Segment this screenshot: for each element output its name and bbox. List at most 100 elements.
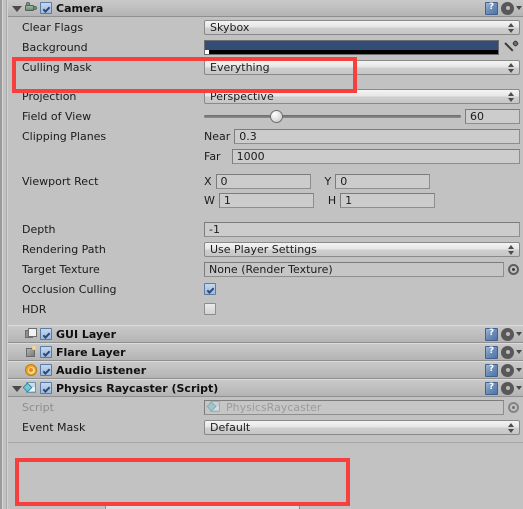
sublabel-w: W (204, 194, 215, 207)
property-label-clipping-planes: Clipping Planes (22, 129, 107, 143)
property-label-target-texture: Target Texture (22, 262, 100, 276)
clipping-near-input[interactable]: 0.3 (234, 128, 520, 144)
rendering-path-dropdown[interactable]: Use Player Settings (204, 241, 520, 257)
property-label-background: Background (22, 40, 88, 54)
property-row-occlusion-culling: Occlusion Culling (8, 279, 523, 299)
component-enable-checkbox-gui-layer[interactable] (40, 328, 52, 340)
script-icon (22, 381, 38, 395)
background-color-field[interactable] (204, 39, 499, 55)
component-enable-checkbox-audio-listener[interactable] (40, 364, 52, 376)
viewport-w-input[interactable]: 1 (218, 193, 314, 208)
field-of-view-slider[interactable] (204, 109, 461, 124)
gear-icon[interactable] (501, 364, 514, 377)
sublabel-far: Far (204, 149, 221, 163)
component-enable-checkbox-camera[interactable] (40, 2, 52, 14)
culling-mask-value: Everything (210, 60, 270, 74)
viewport-x-value: 0 (220, 175, 228, 188)
depth-value: -1 (209, 222, 220, 236)
property-row-viewport-rect-xy: Viewport Rect X 0 Y 0 (8, 172, 523, 191)
chevron-down-icon[interactable] (516, 368, 522, 372)
target-texture-value: None (Render Texture) (209, 262, 333, 276)
hdr-checkbox[interactable] (204, 303, 216, 315)
property-label-clear-flags: Clear Flags (22, 20, 84, 34)
viewport-y-input[interactable]: 0 (335, 174, 431, 189)
component-header-gui-layer[interactable]: GUI Layer ? (8, 325, 523, 343)
component-title-flare-layer: Flare Layer (56, 345, 126, 359)
viewport-x-input[interactable]: 0 (215, 174, 311, 189)
property-row-clipping-planes-near: Clipping Planes Near 0.3 (8, 126, 523, 146)
add-component-button[interactable] (105, 504, 300, 509)
field-of-view-value: 60 (470, 109, 484, 123)
property-row-target-texture: Target Texture None (Render Texture) (8, 259, 523, 279)
help-book-icon[interactable]: ? (485, 1, 498, 15)
slider-handle[interactable] (269, 109, 283, 123)
property-label-projection: Projection (22, 89, 77, 103)
property-row-depth: Depth -1 (8, 219, 523, 239)
component-enable-checkbox-physics-raycaster[interactable] (40, 382, 52, 394)
viewport-w-value: 1 (223, 194, 231, 207)
inspector-content: Camera ? Clear Flags Skybox Background C… (8, 0, 523, 509)
help-book-icon[interactable]: ? (485, 327, 498, 341)
component-title-physics-raycaster: Physics Raycaster (Script) (56, 381, 219, 395)
depth-input[interactable]: -1 (204, 221, 520, 237)
gui-layer-icon (24, 327, 38, 341)
component-header-audio-listener[interactable]: Audio Listener ? (8, 361, 523, 379)
foldout-arrow-physics-raycaster[interactable] (10, 382, 23, 395)
gear-icon[interactable] (501, 346, 514, 359)
sublabel-y: Y (324, 175, 332, 188)
eyedropper-icon[interactable] (502, 39, 520, 55)
projection-dropdown[interactable]: Perspective (204, 88, 520, 104)
gear-icon[interactable] (501, 2, 514, 15)
event-mask-dropdown[interactable]: Default (204, 419, 520, 435)
property-label-script: Script (22, 400, 54, 414)
component-header-camera[interactable]: Camera ? (8, 0, 523, 17)
viewport-h-input[interactable]: 1 (340, 193, 436, 208)
property-row-clipping-planes-far: Far 1000 (8, 146, 523, 166)
culling-mask-dropdown[interactable]: Everything (204, 59, 520, 75)
occlusion-culling-checkbox[interactable] (204, 283, 216, 295)
updown-arrows-icon (508, 244, 515, 256)
property-label-occlusion-culling: Occlusion Culling (22, 282, 117, 296)
gear-icon[interactable] (501, 382, 514, 395)
camera-icon (24, 1, 38, 15)
field-of-view-input[interactable]: 60 (465, 108, 520, 124)
updown-arrows-icon (508, 422, 515, 434)
property-label-depth: Depth (22, 222, 56, 236)
flare-layer-icon (24, 345, 38, 359)
component-title-camera: Camera (56, 1, 104, 15)
property-label-culling-mask: Culling Mask (22, 60, 92, 74)
property-row-viewport-rect-wh: W 1 H 1 (8, 191, 523, 210)
sublabel-near: Near (204, 129, 231, 143)
chevron-down-icon[interactable] (516, 332, 522, 336)
help-book-icon[interactable]: ? (485, 363, 498, 377)
help-book-icon[interactable]: ? (485, 381, 498, 395)
section-divider (8, 442, 523, 443)
window-rail-highlight (2, 0, 3, 509)
property-row-clear-flags: Clear Flags Skybox (8, 17, 523, 37)
component-header-physics-raycaster[interactable]: Physics Raycaster (Script) ? (8, 379, 523, 397)
clear-flags-dropdown[interactable]: Skybox (204, 19, 520, 35)
gear-icon[interactable] (501, 328, 514, 341)
chevron-down-icon[interactable] (516, 386, 522, 390)
target-texture-object-field[interactable]: None (Render Texture) (204, 261, 504, 277)
script-value: PhysicsRaycaster (226, 400, 322, 414)
foldout-arrow-camera[interactable] (10, 2, 23, 15)
script-icon (206, 400, 222, 414)
property-row-hdr: HDR (8, 299, 523, 319)
viewport-h-value: 1 (345, 194, 353, 207)
object-picker-icon[interactable] (507, 263, 520, 276)
clipping-far-input[interactable]: 1000 (231, 148, 520, 164)
property-label-viewport-rect: Viewport Rect (22, 175, 99, 188)
property-label-event-mask: Event Mask (22, 420, 86, 434)
property-row-script: Script PhysicsRaycaster (8, 397, 523, 417)
clipping-near-value: 0.3 (239, 129, 257, 143)
updown-arrows-icon (508, 22, 515, 34)
component-header-flare-layer[interactable]: Flare Layer ? (8, 343, 523, 361)
component-enable-checkbox-flare-layer[interactable] (40, 346, 52, 358)
chevron-down-icon[interactable] (516, 6, 522, 10)
chevron-down-icon[interactable] (516, 350, 522, 354)
viewport-y-value: 0 (340, 175, 348, 188)
help-book-icon[interactable]: ? (485, 345, 498, 359)
